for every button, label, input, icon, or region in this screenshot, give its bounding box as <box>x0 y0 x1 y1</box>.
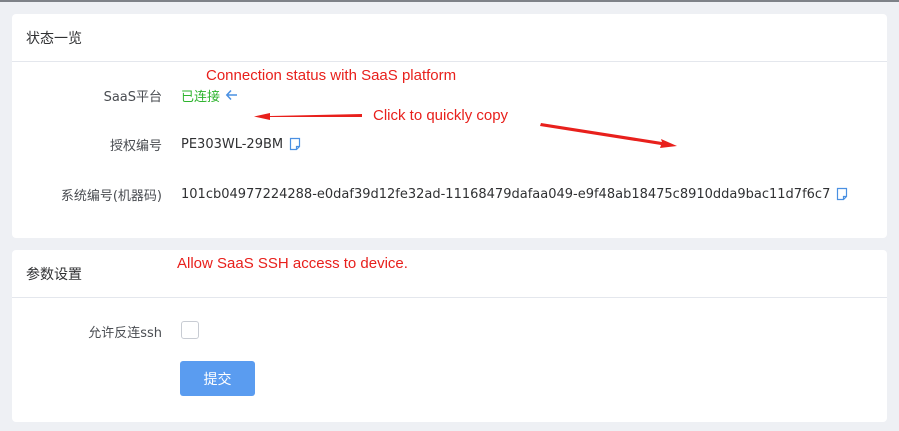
annotation-arrows <box>254 113 677 148</box>
arrow-to-refresh <box>254 113 362 120</box>
arrow-to-copy <box>540 123 677 148</box>
